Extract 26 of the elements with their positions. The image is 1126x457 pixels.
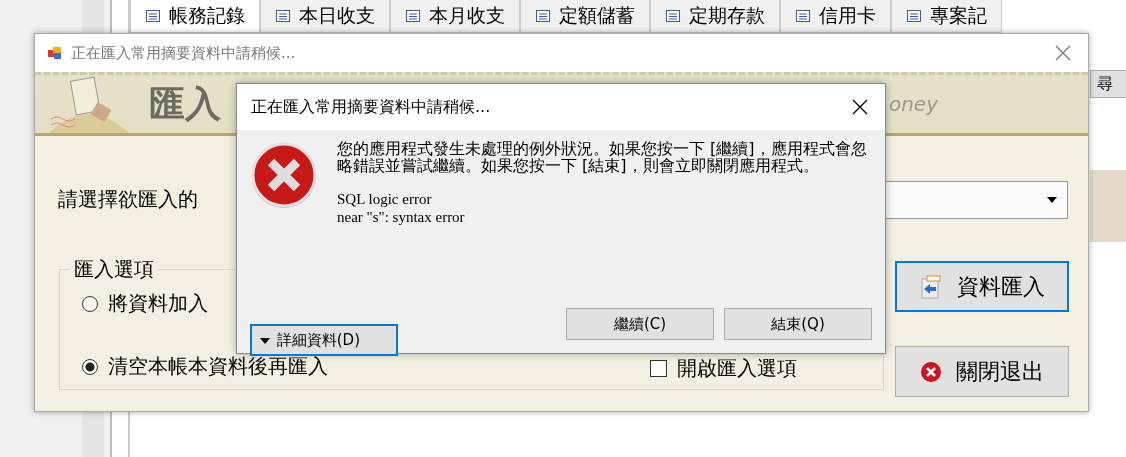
tab[interactable]: 本月收支 — [390, 0, 520, 33]
checkbox-option[interactable]: 開啟匯入選項 — [650, 355, 797, 382]
import-button[interactable]: 資料匯入 — [895, 261, 1069, 312]
tab[interactable]: 本日收支 — [260, 0, 390, 33]
error-detail: SQL logic error — [337, 190, 432, 208]
tab[interactable]: 帳務記錄 — [130, 0, 260, 33]
checkbox-label: 開啟匯入選項 — [677, 355, 797, 382]
tab[interactable]: 專案記 — [891, 0, 1002, 33]
window-title: 正在匯入常用摘要資料中請稍候... — [71, 43, 297, 63]
dialog-title: 正在匯入常用摘要資料中請稍候... — [251, 96, 491, 118]
group-title: 匯入選項 — [73, 256, 155, 283]
banner-tagline: oney — [888, 92, 938, 116]
dialog-button[interactable]: 結束(Q) — [724, 308, 872, 340]
banner-title: 匯入 — [149, 81, 221, 126]
tab[interactable]: 定期存款 — [650, 0, 780, 33]
search-button[interactable]: 尋 — [1090, 70, 1126, 98]
close-button[interactable]: 關閉退出 — [895, 346, 1069, 397]
tab[interactable]: 定額儲蓄 — [520, 0, 650, 33]
error-message: 您的應用程式發生未處理的例外狀況。如果您按一下 [繼續]，應用程式會忽略錯誤並嘗試繼續。如果您按一下 [結束]，則會立即關閉應用程式。 — [337, 140, 868, 174]
error-detail: near "s": syntax error — [337, 208, 465, 226]
source-label: 請選擇欲匯入的 — [58, 186, 198, 213]
radio-option[interactable]: 將資料加入 — [82, 290, 208, 317]
radio-label: 將資料加入 — [108, 290, 208, 317]
details-button[interactable]: 詳細資料(D) — [250, 324, 398, 356]
tab[interactable]: 信用卡 — [780, 0, 891, 33]
dialog-button[interactable]: 繼續(C) — [566, 308, 714, 340]
